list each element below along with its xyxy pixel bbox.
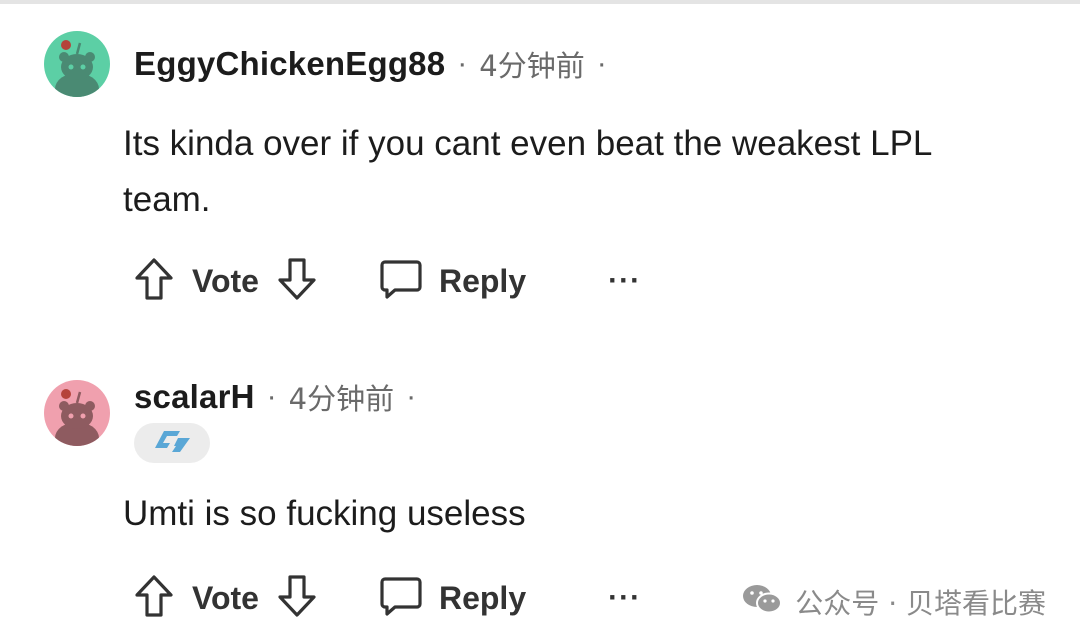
separator-dot: · [406, 380, 417, 413]
upvote-icon[interactable] [134, 574, 174, 623]
more-options-icon[interactable]: ··· [608, 581, 641, 615]
comment-actions: Vote Reply ··· [134, 573, 641, 623]
comment-body: Umti is so fucking useless [123, 494, 526, 533]
separator-dot: · [266, 380, 277, 413]
downvote-icon[interactable] [277, 574, 317, 623]
comment-2: scalarH · 4分钟前 · Umti is so fucking usel… [0, 0, 1080, 644]
wechat-icon [741, 582, 783, 623]
comment-meta: scalarH · 4分钟前 · [134, 377, 428, 417]
watermark: 公众号 · 贝塔看比赛 [741, 580, 1046, 624]
watermark-text: 公众号 · 贝塔看比赛 [795, 587, 1046, 620]
vote-label: Vote [192, 579, 259, 616]
reply-icon [379, 574, 423, 623]
timestamp: 4分钟前 [288, 382, 395, 416]
reply-label: Reply [438, 579, 527, 616]
vote-group: Vote [134, 574, 317, 623]
reply-button[interactable]: Reply [379, 574, 526, 623]
clg-logo-icon [150, 428, 194, 459]
username[interactable]: scalarH [134, 378, 255, 416]
user-flair [134, 423, 210, 463]
user-avatar[interactable] [44, 380, 110, 446]
